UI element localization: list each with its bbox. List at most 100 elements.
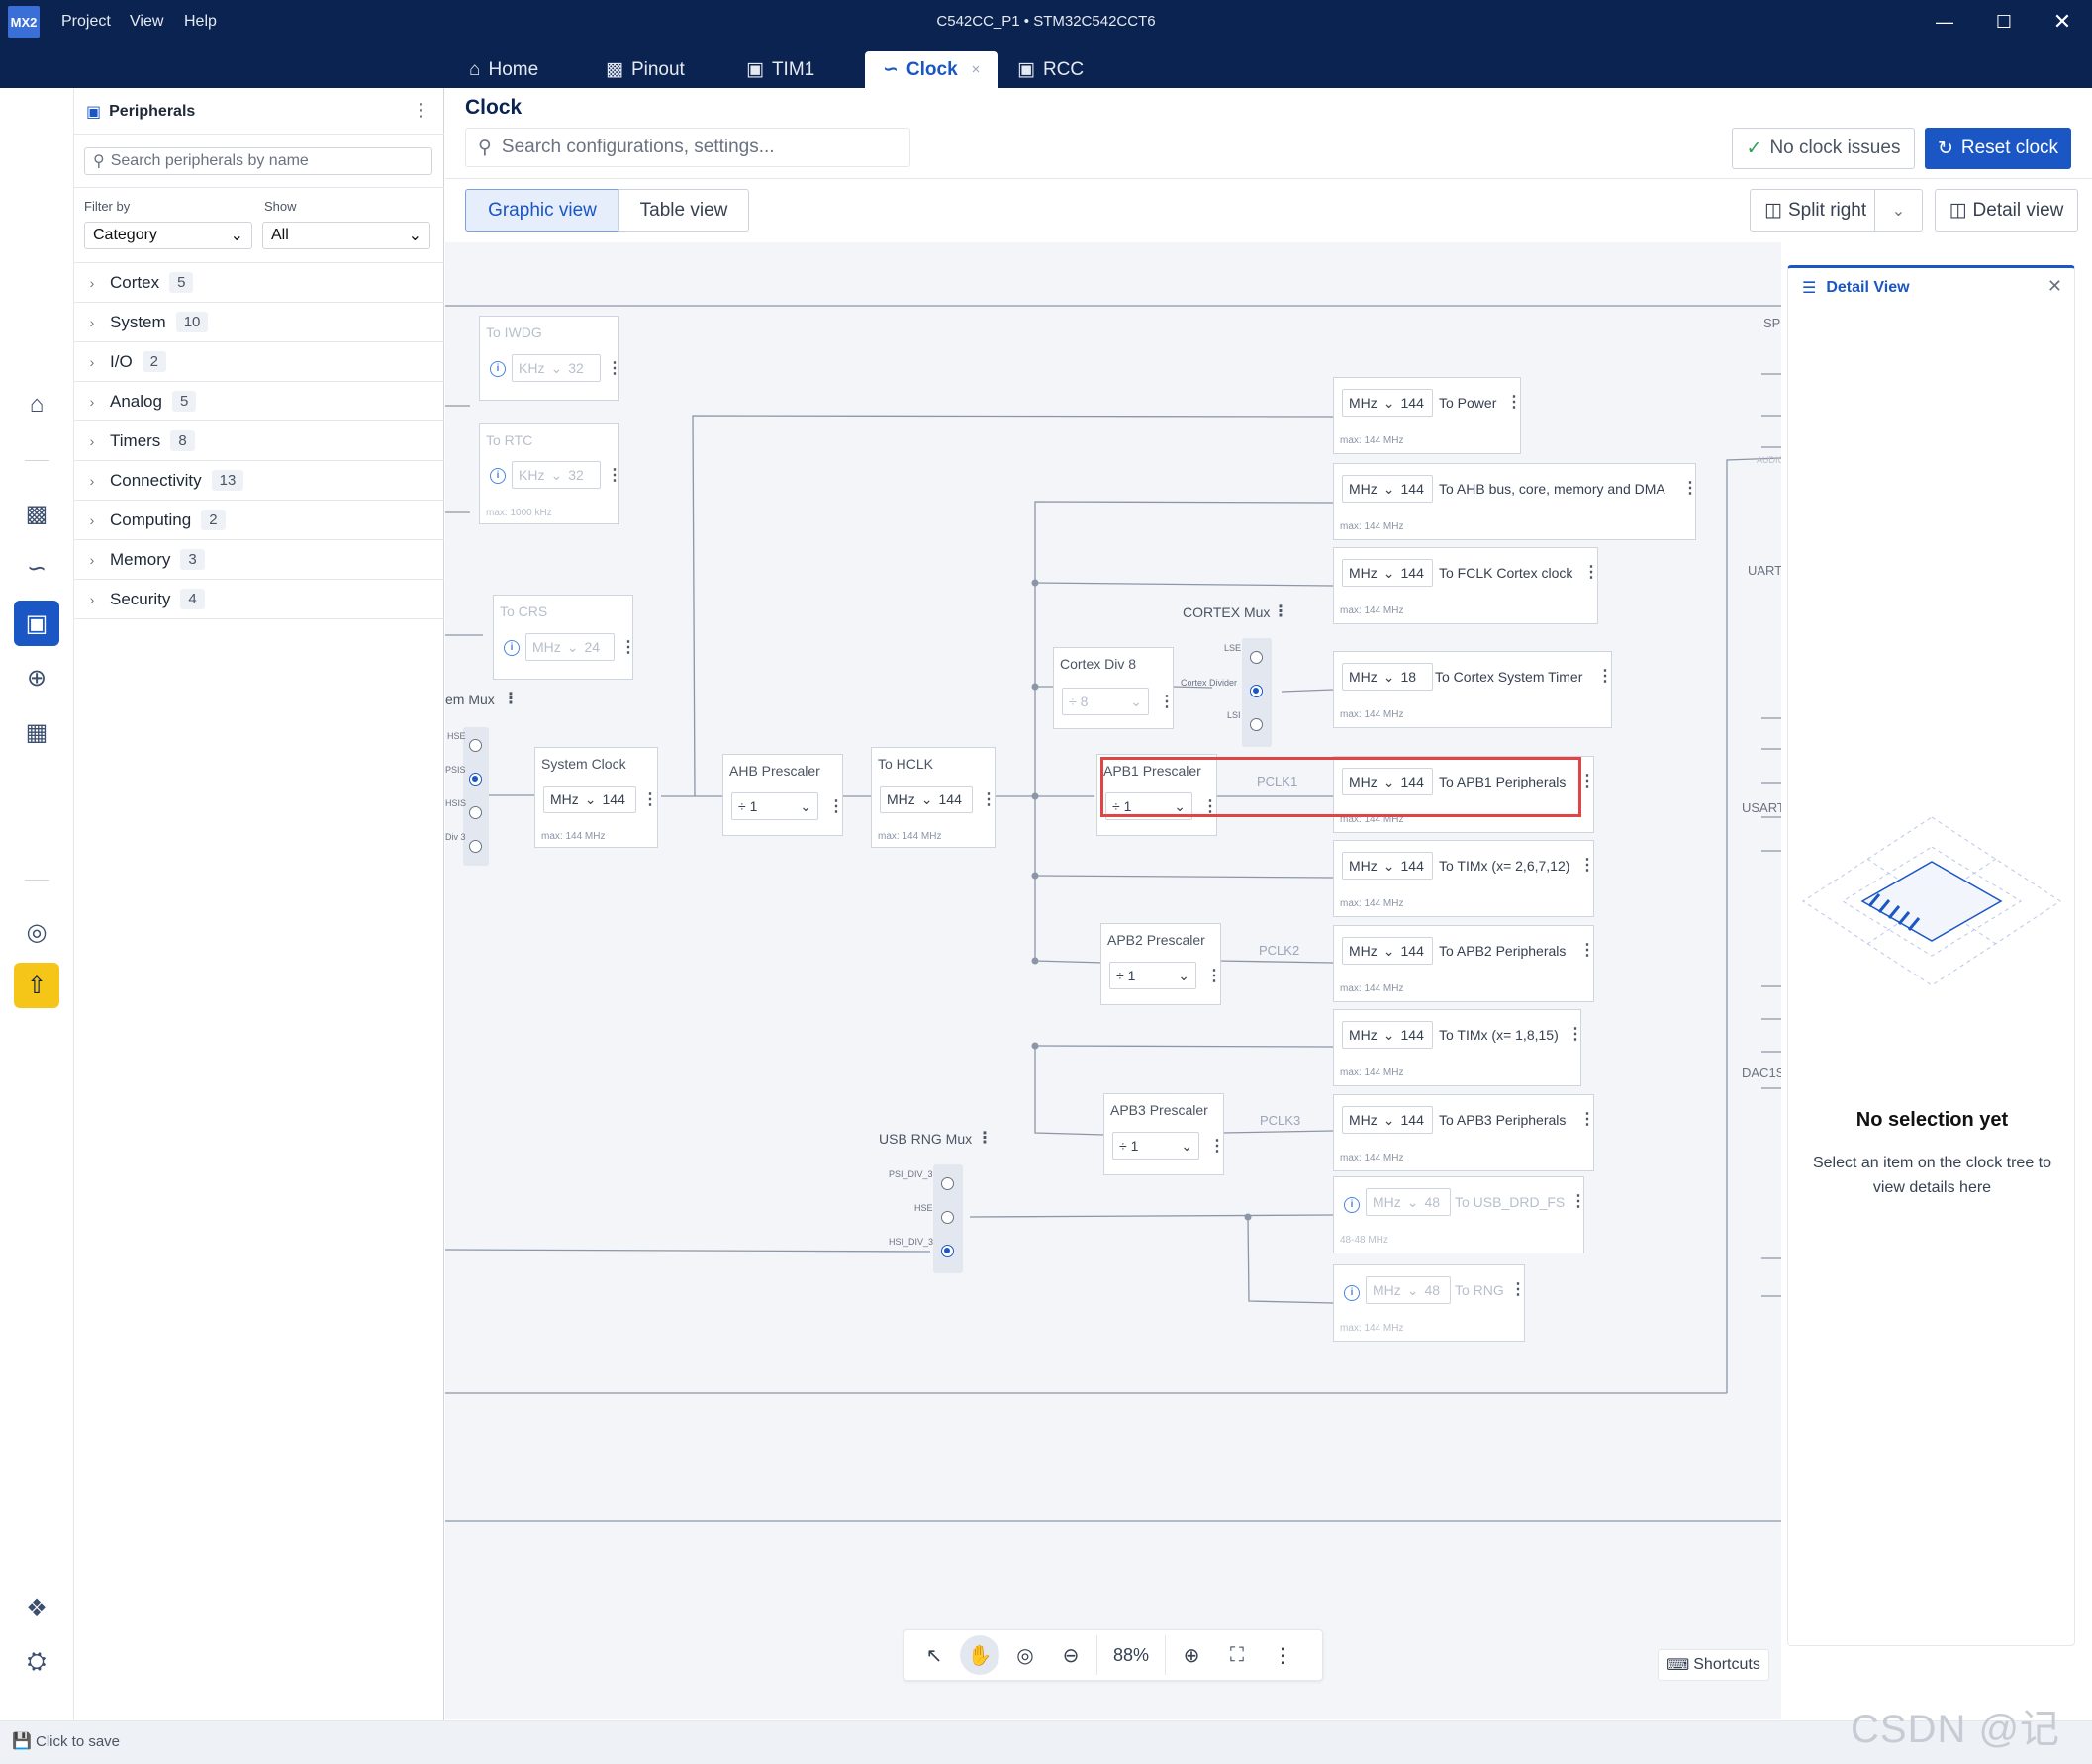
category-analog[interactable]: › Analog 5: [74, 382, 444, 421]
zoom-out-icon[interactable]: ⊖: [1051, 1635, 1091, 1675]
info-icon[interactable]: i: [490, 361, 506, 377]
to-hclk-block[interactable]: To HCLK MHz ⌄ 144 ⋮ max: 144 MHz: [871, 747, 997, 848]
tab-rcc[interactable]: ▣ RCC: [999, 51, 1101, 88]
crs-freq-select[interactable]: MHz ⌄ 24: [525, 633, 615, 661]
out-to-timx-1-8-15[interactable]: MHz ⌄ 144 To TIMx (x= 1,8,15) ⋮ max: 144 M…: [1333, 1009, 1583, 1086]
more-options-icon[interactable]: ⋮: [1263, 1635, 1302, 1675]
more-options-icon[interactable]: ⋮: [607, 465, 622, 485]
chevron-down-icon[interactable]: ⌄: [1874, 190, 1922, 231]
clock-issues-button[interactable]: ✓ No clock issues: [1732, 128, 1915, 169]
tab-pinout[interactable]: ▩ Pinout: [588, 51, 703, 88]
usb-mux-radio-psi[interactable]: [941, 1177, 954, 1190]
zoom-level[interactable]: 88%: [1096, 1635, 1166, 1675]
more-options-icon[interactable]: ⋮: [1579, 940, 1595, 960]
hclk-select[interactable]: MHz ⌄ 144: [880, 786, 973, 813]
more-options-icon[interactable]: ⋮: [1568, 1024, 1583, 1044]
cortex-div-block[interactable]: Cortex Div 8 ÷ 8 ⌄ ⋮: [1053, 647, 1175, 729]
system-mux-radio-div3[interactable]: [469, 840, 482, 853]
system-mux-radio-hsis[interactable]: [469, 806, 482, 819]
output-freq-select[interactable]: MHz ⌄ 144: [1342, 475, 1433, 503]
out-to-power[interactable]: MHz ⌄ 144 To Power ⋮ max: 144 MHz: [1333, 377, 1522, 454]
peripheral-search-input[interactable]: ⚲ Search peripherals by name: [84, 147, 432, 175]
system-mux-radio-hse[interactable]: [469, 739, 482, 752]
more-options-icon[interactable]: ⋮: [1510, 1279, 1526, 1299]
category-security[interactable]: › Security 4: [74, 580, 444, 619]
upload-icon[interactable]: ⇧: [14, 963, 59, 1008]
puzzle-icon[interactable]: ❖: [14, 1585, 59, 1630]
out-to-cortex-timer[interactable]: MHz ⌄ 18 To Cortex System Timer ⋮ max: 144…: [1333, 651, 1613, 728]
show-select[interactable]: All ⌄: [262, 222, 430, 249]
system-clock-select[interactable]: MHz ⌄ 144: [543, 786, 636, 813]
save-status[interactable]: Click to save: [36, 1733, 120, 1750]
minimize-icon[interactable]: —: [1915, 0, 1974, 44]
more-options-icon[interactable]: ⋮: [1159, 692, 1175, 711]
cortex-mux-radio-divider[interactable]: [1250, 685, 1263, 697]
reset-clock-button[interactable]: ↻ Reset clock: [1925, 128, 2071, 169]
more-options-icon[interactable]: ⋮: [1583, 562, 1599, 582]
iwdg-freq-select[interactable]: KHz ⌄ 32: [512, 354, 601, 382]
more-options-icon[interactable]: ⋮: [1206, 966, 1222, 985]
category-timers[interactable]: › Timers 8: [74, 421, 444, 461]
tab-tim1[interactable]: ▣ TIM1: [728, 51, 832, 88]
to-rtc-block[interactable]: To RTC i KHz ⌄ 32 ⋮ max: 1000 kHz: [479, 423, 622, 524]
output-freq-select[interactable]: MHz ⌄ 144: [1342, 1106, 1433, 1134]
more-options-icon[interactable]: ⋮: [1597, 666, 1613, 686]
cortex-mux-radio-lse[interactable]: [1250, 651, 1263, 664]
pointer-icon[interactable]: ↖: [914, 1635, 954, 1675]
more-options-icon[interactable]: ⋮: [412, 100, 429, 121]
more-options-icon[interactable]: ⋮: [981, 789, 997, 809]
settings-icon[interactable]: ⛭: [14, 1639, 59, 1685]
apb3-prescaler-select[interactable]: ÷ 1 ⌄: [1112, 1132, 1199, 1160]
more-options-icon[interactable]: ⋮: [607, 358, 622, 378]
hand-icon[interactable]: ✋: [960, 1635, 999, 1675]
output-freq-select[interactable]: MHz ⌄ 144: [1342, 937, 1433, 965]
detail-view-button[interactable]: ◫ Detail view: [1935, 189, 2078, 232]
more-options-icon[interactable]: ⋮: [503, 689, 519, 708]
output-freq-select[interactable]: MHz ⌄ 144: [1342, 389, 1433, 417]
to-iwdg-block[interactable]: To IWDG i KHz ⌄ 32 ⋮: [479, 316, 622, 401]
output-freq-select[interactable]: MHz ⌄ 144: [1342, 852, 1433, 880]
out-to-apb2[interactable]: MHz ⌄ 144 To APB2 Peripherals ⋮ max: 144 M…: [1333, 925, 1595, 1002]
out-to-rng[interactable]: i MHz ⌄ 48 To RNG ⋮ max: 144 MHz: [1333, 1264, 1526, 1342]
output-freq-select[interactable]: MHz ⌄ 144: [1342, 1021, 1433, 1049]
to-crs-block[interactable]: To CRS i MHz ⌄ 24 ⋮: [493, 595, 636, 680]
ahb-prescaler-block[interactable]: AHB Prescaler ÷ 1 ⌄ ⋮: [722, 754, 844, 836]
out-to-apb3[interactable]: MHz ⌄ 144 To APB3 Peripherals ⋮ max: 144 M…: [1333, 1094, 1595, 1171]
target-icon[interactable]: ◎: [14, 909, 59, 955]
category-connectivity[interactable]: › Connectivity 13: [74, 461, 444, 501]
shortcuts-button[interactable]: ⌨ Shortcuts: [1658, 1649, 1769, 1681]
more-options-icon[interactable]: ⋮: [1506, 392, 1522, 412]
info-icon[interactable]: i: [1344, 1285, 1360, 1301]
system-mux-radio-psis[interactable]: [469, 773, 482, 786]
output-freq-select[interactable]: MHz ⌄ 48: [1366, 1276, 1451, 1304]
zoom-in-icon[interactable]: ⊕: [1172, 1635, 1211, 1675]
category-system[interactable]: › System 10: [74, 303, 444, 342]
info-icon[interactable]: i: [1344, 1197, 1360, 1213]
out-to-ahb[interactable]: MHz ⌄ 144 To AHB bus, core, memory and DMA…: [1333, 463, 1698, 540]
table-view-button[interactable]: Table view: [618, 189, 749, 232]
info-icon[interactable]: i: [504, 640, 520, 656]
ahb-prescaler-select[interactable]: ÷ 1 ⌄: [731, 792, 818, 820]
clock-wave-icon[interactable]: ∽: [14, 545, 59, 591]
more-options-icon[interactable]: ⋮: [1273, 602, 1288, 621]
close-icon[interactable]: ✕: [2047, 276, 2062, 297]
peripherals-icon[interactable]: ▣: [14, 601, 59, 646]
home-icon[interactable]: ⌂: [14, 382, 59, 427]
chip-icon[interactable]: ▩: [14, 491, 59, 536]
split-right-button[interactable]: ◫ Split right ⌄: [1750, 189, 1923, 232]
more-options-icon[interactable]: ⋮: [620, 637, 636, 657]
more-options-icon[interactable]: ⋮: [977, 1128, 993, 1148]
output-freq-select[interactable]: MHz ⌄ 18: [1342, 663, 1433, 691]
more-options-icon[interactable]: ⋮: [642, 789, 658, 809]
connect-icon[interactable]: ⊕: [14, 655, 59, 700]
target-icon[interactable]: ◎: [1005, 1635, 1045, 1675]
category-io[interactable]: › I/O 2: [74, 342, 444, 382]
out-to-timx-2-6-7-12[interactable]: MHz ⌄ 144 To TIMx (x= 2,6,7,12) ⋮ max: 144…: [1333, 840, 1595, 917]
cortex-div-select[interactable]: ÷ 8 ⌄: [1062, 688, 1149, 715]
output-freq-select[interactable]: MHz ⌄ 48: [1366, 1188, 1451, 1216]
category-computing[interactable]: › Computing 2: [74, 501, 444, 540]
tab-close-icon[interactable]: ×: [972, 61, 981, 78]
output-freq-select[interactable]: MHz ⌄ 144: [1342, 559, 1433, 587]
maximize-icon[interactable]: ☐: [1974, 0, 2034, 44]
more-options-icon[interactable]: ⋮: [1579, 855, 1595, 875]
